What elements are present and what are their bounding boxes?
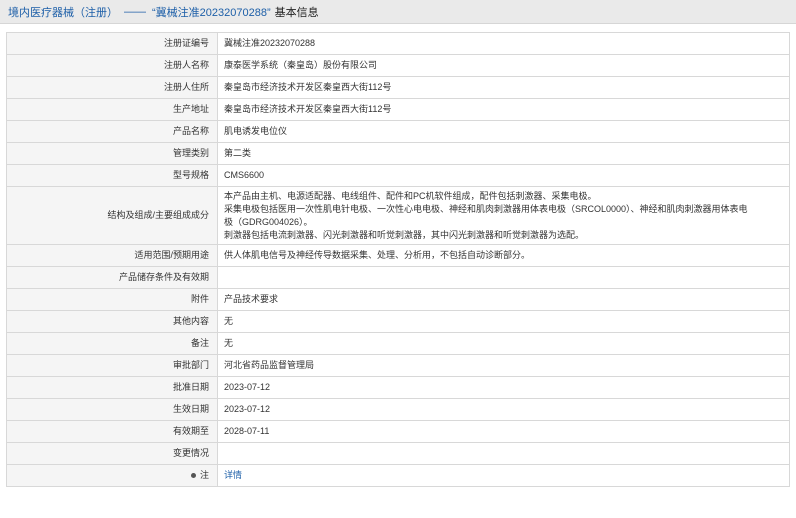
row-value xyxy=(217,266,790,289)
table-row: 附件 产品技术要求 xyxy=(6,288,790,311)
table-row: 管理类别 第二类 xyxy=(6,142,790,165)
table-row: 备注 无 xyxy=(6,332,790,355)
table-row: 产品储存条件及有效期 xyxy=(6,266,790,289)
structure-line: 极（GDRG004026）。 xyxy=(224,216,313,227)
row-value: 无 xyxy=(217,332,790,355)
header-separator: —— xyxy=(124,5,146,18)
table-row: 注册人名称 康泰医学系统（秦皇岛）股份有限公司 xyxy=(6,54,790,77)
row-value: 康泰医学系统（秦皇岛）股份有限公司 xyxy=(217,54,790,77)
row-label: 注册证编号 xyxy=(6,32,218,55)
row-label: 审批部门 xyxy=(6,354,218,377)
row-label: 适用范围/预期用途 xyxy=(6,244,218,267)
row-label: 生产地址 xyxy=(6,98,218,121)
table-row: 生效日期 2023-07-12 xyxy=(6,398,790,421)
row-label: 其他内容 xyxy=(6,310,218,333)
row-label: 有效期至 xyxy=(6,420,218,443)
row-label: 注册人名称 xyxy=(6,54,218,77)
row-value: 供人体肌电信号及神经传导数据采集、处理、分析用，不包括自动诊断部分。 xyxy=(217,244,790,267)
row-label: 批准日期 xyxy=(6,376,218,399)
row-value: 2028-07-11 xyxy=(217,420,790,443)
table-row: 结构及组成/主要组成成分 本产品由主机、电源适配器、电线组件、配件和PC机软件组… xyxy=(6,186,790,245)
row-value-multiline: 本产品由主机、电源适配器、电线组件、配件和PC机软件组成，配件包括刺激器、采集电… xyxy=(217,186,790,245)
header-category-link[interactable]: 境内医疗器械（注册） xyxy=(8,4,118,20)
table-row: 批准日期 2023-07-12 xyxy=(6,376,790,399)
row-value: 秦皇岛市经济技术开发区秦皇西大街112号 xyxy=(217,76,790,99)
table-row: 产品名称 肌电诱发电位仪 xyxy=(6,120,790,143)
row-label: 产品储存条件及有效期 xyxy=(6,266,218,289)
row-value: CMS6600 xyxy=(217,164,790,187)
row-label: 注册人住所 xyxy=(6,76,218,99)
table-row: 其他内容 无 xyxy=(6,310,790,333)
row-label: 附件 xyxy=(6,288,218,311)
row-value: 肌电诱发电位仪 xyxy=(217,120,790,143)
structure-line: 本产品由主机、电源适配器、电线组件、配件和PC机软件组成，配件包括刺激器、采集电… xyxy=(224,190,597,201)
row-value: 秦皇岛市经济技术开发区秦皇西大街112号 xyxy=(217,98,790,121)
row-value: 2023-07-12 xyxy=(217,376,790,399)
row-label-note: 注 xyxy=(6,464,218,487)
row-value: 第二类 xyxy=(217,142,790,165)
table-row: 适用范围/预期用途 供人体肌电信号及神经传导数据采集、处理、分析用，不包括自动诊… xyxy=(6,244,790,267)
info-table: 注册证编号 冀械注准20232070288 注册人名称 康泰医学系统（秦皇岛）股… xyxy=(6,32,790,487)
row-label: 变更情况 xyxy=(6,442,218,465)
row-value xyxy=(217,442,790,465)
header-cert-number: “冀械注准20232070288” xyxy=(152,6,271,19)
bullet-icon xyxy=(190,473,196,479)
row-value: 详情 xyxy=(217,464,790,487)
table-row: 型号规格 CMS6600 xyxy=(6,164,790,187)
table-row: 变更情况 xyxy=(6,442,790,465)
row-label: 产品名称 xyxy=(6,120,218,143)
row-label: 结构及组成/主要组成成分 xyxy=(6,186,218,245)
page-header: 境内医疗器械（注册） —— “冀械注准20232070288” 基本信息 xyxy=(0,0,796,24)
row-label: 备注 xyxy=(6,332,218,355)
note-label: 注 xyxy=(199,470,209,480)
table-row: 注册证编号 冀械注准20232070288 xyxy=(6,32,790,55)
table-row: 注 详情 xyxy=(6,464,790,487)
row-label: 型号规格 xyxy=(6,164,218,187)
row-value: 产品技术要求 xyxy=(217,288,790,311)
table-row: 注册人住所 秦皇岛市经济技术开发区秦皇西大街112号 xyxy=(6,76,790,99)
row-value: 无 xyxy=(217,310,790,333)
row-value: 冀械注准20232070288 xyxy=(217,32,790,55)
table-row: 审批部门 河北省药品监督管理局 xyxy=(6,354,790,377)
row-value: 河北省药品监督管理局 xyxy=(217,354,790,377)
row-value: 2023-07-12 xyxy=(217,398,790,421)
structure-line: 刺激器包括电流刺激器、闪光刺激器和听觉刺激器，其中闪光刺激器和听觉刺激器为选配。 xyxy=(224,229,585,240)
info-table-wrapper: 注册证编号 冀械注准20232070288 注册人名称 康泰医学系统（秦皇岛）股… xyxy=(6,32,790,487)
table-row: 有效期至 2028-07-11 xyxy=(6,420,790,443)
row-label: 生效日期 xyxy=(6,398,218,421)
row-label: 管理类别 xyxy=(6,142,218,165)
header-suffix: 基本信息 xyxy=(274,6,319,19)
structure-line: 采集电极包括医用一次性肌电针电极、一次性心电电极、神经和肌肉刺激器用体表电极（S… xyxy=(224,203,748,214)
table-row: 生产地址 秦皇岛市经济技术开发区秦皇西大街112号 xyxy=(6,98,790,121)
details-link[interactable]: 详情 xyxy=(224,470,242,480)
